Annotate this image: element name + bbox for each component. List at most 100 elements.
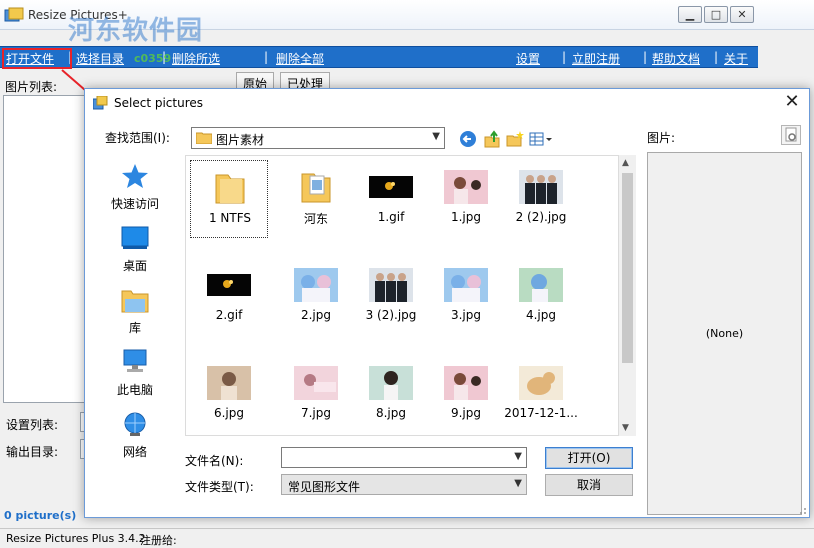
minimize-button[interactable]: ▁ [678, 6, 702, 23]
star-icon [122, 164, 148, 188]
file-item[interactable]: 2017-12-1... [502, 356, 580, 434]
file-name-input[interactable]: ▼ [281, 447, 527, 468]
file-item[interactable]: 1.jpg [427, 160, 505, 238]
menu-select-directory[interactable]: 选择目录 [76, 50, 124, 67]
folder-item[interactable]: 1 NTFS [190, 160, 268, 238]
image-thumbnail [519, 366, 563, 400]
new-folder-icon[interactable] [506, 130, 524, 148]
back-icon[interactable] [459, 130, 477, 148]
file-item[interactable]: 3 (2).jpg [352, 258, 430, 336]
picture-list[interactable] [3, 95, 89, 403]
status-version: Resize Pictures Plus 3.4.2 [6, 532, 146, 545]
select-pictures-dialog: Select pictures ✕ 查找范围(I): 图片素材 ▼ 图片: (N… [84, 88, 810, 518]
chevron-down-icon[interactable]: ▼ [514, 451, 522, 462]
dialog-title: Select pictures [114, 96, 203, 110]
file-item[interactable]: 9.jpg [427, 356, 505, 434]
menu-delete-selected[interactable]: 删除所选 [172, 50, 220, 67]
close-button[interactable]: ✕ [730, 6, 754, 23]
place-label: 此电脑 [116, 383, 153, 397]
file-name: 9.jpg [450, 406, 482, 420]
file-item[interactable]: 6.jpg [190, 356, 268, 434]
file-name: 7.jpg [300, 406, 332, 420]
file-item[interactable]: 2.gif [190, 258, 268, 336]
place-this-pc[interactable]: 此电脑 [97, 345, 173, 405]
places-bar: 快速访问 桌面 库 此电脑 网络 [97, 155, 173, 459]
file-name-label: 文件名(N): [185, 454, 244, 468]
preview-toggle-icon[interactable] [781, 125, 801, 145]
network-icon [124, 412, 146, 436]
file-list[interactable]: 1 NTFS 河东 1.gif 1.jpg 2 (2).jpg 2.gif 2.jpg 3 (… [185, 155, 619, 436]
dialog-app-icon [93, 96, 108, 110]
file-item[interactable]: 8.jpg [352, 356, 430, 434]
library-icon [121, 290, 149, 313]
chevron-down-icon: ▼ [514, 478, 522, 489]
image-thumbnail [369, 366, 413, 400]
menu-help[interactable]: 帮助文档 [652, 50, 700, 67]
place-network[interactable]: 网络 [97, 407, 173, 467]
menu-separator: | [643, 50, 648, 64]
menu-register[interactable]: 立即注册 [572, 50, 620, 67]
file-type-value: 常见图形文件 [288, 480, 361, 494]
menu-settings[interactable]: 设置 [516, 50, 540, 67]
status-registered-to: 注册给: [140, 534, 177, 547]
image-thumbnail [369, 268, 413, 302]
file-name: 4.jpg [525, 308, 557, 322]
picture-count: 0 picture(s) [4, 509, 77, 522]
file-type-label: 文件类型(T): [185, 480, 254, 494]
file-type-select[interactable]: 常见图形文件 ▼ [281, 474, 527, 495]
file-name: 6.jpg [213, 406, 245, 420]
file-name: 3 (2).jpg [365, 308, 417, 322]
watermark: 河东软件园 [68, 16, 204, 46]
place-desktop[interactable]: 桌面 [97, 221, 173, 281]
app-menubar: 打开文件 | 选择目录 | 删除所选 | 删除全部 设置 | 立即注册 | 帮助… [0, 46, 758, 68]
cancel-button[interactable]: 取消 [545, 474, 633, 496]
look-in-value: 图片素材 [216, 133, 265, 147]
place-libraries[interactable]: 库 [97, 283, 173, 343]
status-bar: Resize Pictures Plus 3.4.2 注册给: [0, 528, 814, 548]
file-item[interactable]: 2 (2).jpg [502, 160, 580, 238]
preview-pane: (None) [647, 152, 802, 515]
file-name: 2.jpg [300, 308, 332, 322]
desktop-icon [121, 226, 149, 249]
watermark-url: c0359 [134, 52, 172, 65]
image-thumbnail [207, 268, 251, 302]
menu-delete-all[interactable]: 删除全部 [276, 50, 324, 67]
scrollbar-thumb[interactable] [622, 173, 633, 363]
app-logo-icon [4, 7, 24, 22]
file-item[interactable]: 1.gif [352, 160, 430, 238]
file-item[interactable]: 4.jpg [502, 258, 580, 336]
computer-icon [123, 349, 147, 372]
image-thumbnail [519, 170, 563, 204]
resize-grip-icon[interactable] [797, 505, 807, 515]
file-name: 3.jpg [450, 308, 482, 322]
file-item[interactable]: 2.jpg [277, 258, 355, 336]
picture-list-label: 图片列表: [5, 80, 58, 94]
file-name: 2 (2).jpg [515, 210, 567, 224]
dialog-close-button[interactable]: ✕ [779, 91, 805, 113]
file-item[interactable]: 7.jpg [277, 356, 355, 434]
menu-separator: | [264, 50, 269, 64]
place-label: 网络 [122, 445, 147, 459]
file-list-scrollbar[interactable]: ▲ ▼ [619, 155, 636, 436]
up-folder-icon[interactable] [483, 130, 501, 148]
scroll-down-icon[interactable]: ▼ [622, 423, 629, 433]
file-name: 8.jpg [375, 406, 407, 420]
folder-item[interactable]: 河东 [277, 160, 355, 238]
look-in-dropdown[interactable]: 图片素材 ▼ [191, 127, 445, 149]
file-item[interactable]: 3.jpg [427, 258, 505, 336]
view-menu-icon[interactable] [529, 130, 553, 148]
image-thumbnail [369, 170, 413, 204]
preview-none-text: (None) [705, 327, 744, 340]
place-label: 快速访问 [110, 197, 159, 211]
menu-about[interactable]: 关于 [724, 50, 748, 67]
folder-icon [294, 170, 338, 204]
open-button[interactable]: 打开(O) [545, 447, 633, 469]
settings-list-label: 设置列表: [6, 418, 59, 432]
place-quick-access[interactable]: 快速访问 [97, 159, 173, 219]
image-thumbnail [294, 366, 338, 400]
image-thumbnail [444, 366, 488, 400]
maximize-button[interactable]: □ [704, 6, 728, 23]
file-name: 1 NTFS [208, 211, 252, 225]
scroll-up-icon[interactable]: ▲ [622, 158, 629, 168]
file-name: 1.gif [377, 210, 405, 224]
